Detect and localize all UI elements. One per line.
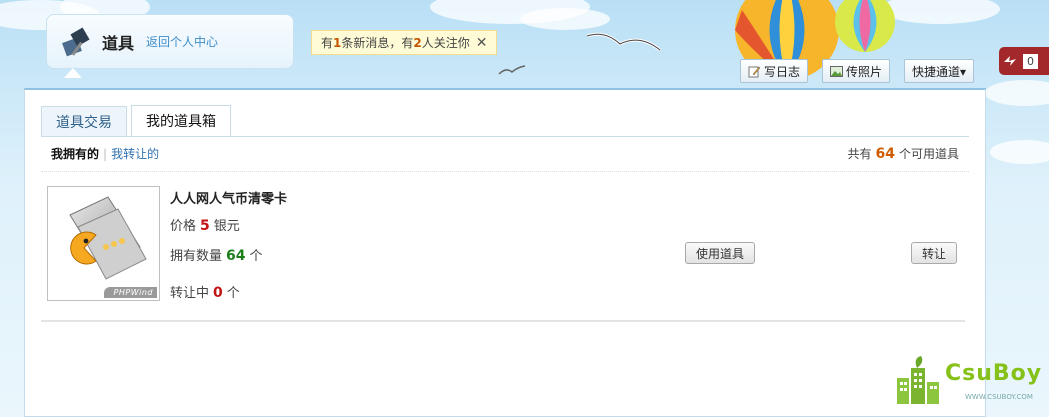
total-count: 64 [875,146,895,162]
quick-access-dropdown[interactable]: 快捷通道▾ [904,59,975,83]
item-transferring: 转让中 0 个 [170,282,240,301]
upload-photo-button[interactable]: 传照片 [822,59,891,83]
transfer-button[interactable]: 转让 [911,242,958,264]
transfer-label: 转让中 [170,286,210,301]
seagull-decoration-small [498,65,526,75]
pacman-card-icon [69,196,147,280]
app-title: 道具 [102,33,135,53]
app-header-card: 道具 返回个人中心 [46,14,294,69]
buildings-logo-icon [897,356,939,404]
item-quantity: 拥有数量 64 个 [170,245,263,264]
main-panel: 道具交易 我的道具箱 我拥有的 | 我转让的 共有 64 个可用道具 PHPWi… [24,88,986,417]
hot-air-balloon-small [835,0,895,52]
price-unit: 银元 [213,219,240,234]
item-thumbnail: PHPWind [47,186,160,301]
write-blog-button[interactable]: 写日志 [740,59,809,83]
tab-item-trade[interactable]: 道具交易 [41,106,127,136]
pencil-icon [748,66,761,77]
side-notification-badge[interactable]: 0 [999,47,1049,75]
use-item-button[interactable]: 使用道具 [685,242,756,264]
watermark-text: CsuBoy [945,361,1043,386]
photo-icon [830,65,843,77]
filter-separator: | [103,146,108,161]
notification-bar[interactable]: 有 1 条新消息，有 2 人关注你 ✕ [311,30,497,55]
bird-icon [1004,56,1016,66]
back-to-profile-link[interactable]: 返回个人中心 [146,33,218,50]
filter-transferred[interactable]: 我转让的 [111,145,159,162]
site-watermark: CsuBoy WWW.CSUBOY.COM [895,352,1045,410]
header-pointer [64,68,82,78]
filter-owned[interactable]: 我拥有的 [51,145,99,162]
quick-access-label: 快捷通道▾ [912,64,967,79]
tab-my-toolbox[interactable]: 我的道具箱 [131,105,231,136]
available-items-total: 共有 64 个可用道具 [847,145,969,162]
total-prefix: 共有 [847,147,872,161]
price-label: 价格 [170,219,197,234]
thumbnail-brand-label: PHPWind [103,287,157,298]
price-value: 5 [200,218,210,234]
watermark-url: WWW.CSUBOY.COM [965,393,1033,401]
item-name: 人人网人气币清零卡 [170,192,288,207]
write-blog-label: 写日志 [764,64,801,79]
total-suffix: 个可用道具 [898,147,959,161]
item-price: 价格 5 银元 [170,215,240,234]
notice-text-3: 人关注你 [421,36,470,50]
side-badge-value: 0 [1023,53,1038,69]
quantity-label: 拥有数量 [170,249,223,264]
quantity-value: 64 [226,248,246,264]
hammer-icon [62,26,90,56]
transfer-unit: 个 [226,286,240,301]
sub-navigation: 我拥有的 | 我转让的 共有 64 个可用道具 [41,136,969,172]
upload-photo-label: 传照片 [846,64,883,79]
list-item: PHPWind 人人网人气币清零卡 价格 5 银元 拥有数量 64 个 转让中 0 个 使用… [45,186,967,320]
transfer-value: 0 [213,285,223,301]
message-count[interactable]: 1 [333,36,341,50]
close-icon[interactable]: ✕ [476,35,488,51]
follower-count[interactable]: 2 [413,36,421,50]
notice-text-2: 条新消息，有 [341,36,414,50]
notice-text-1: 有 [321,36,334,50]
seagull-decoration [586,32,661,52]
quantity-unit: 个 [249,249,263,264]
item-divider [41,320,965,322]
tab-bar: 道具交易 我的道具箱 [41,105,235,136]
